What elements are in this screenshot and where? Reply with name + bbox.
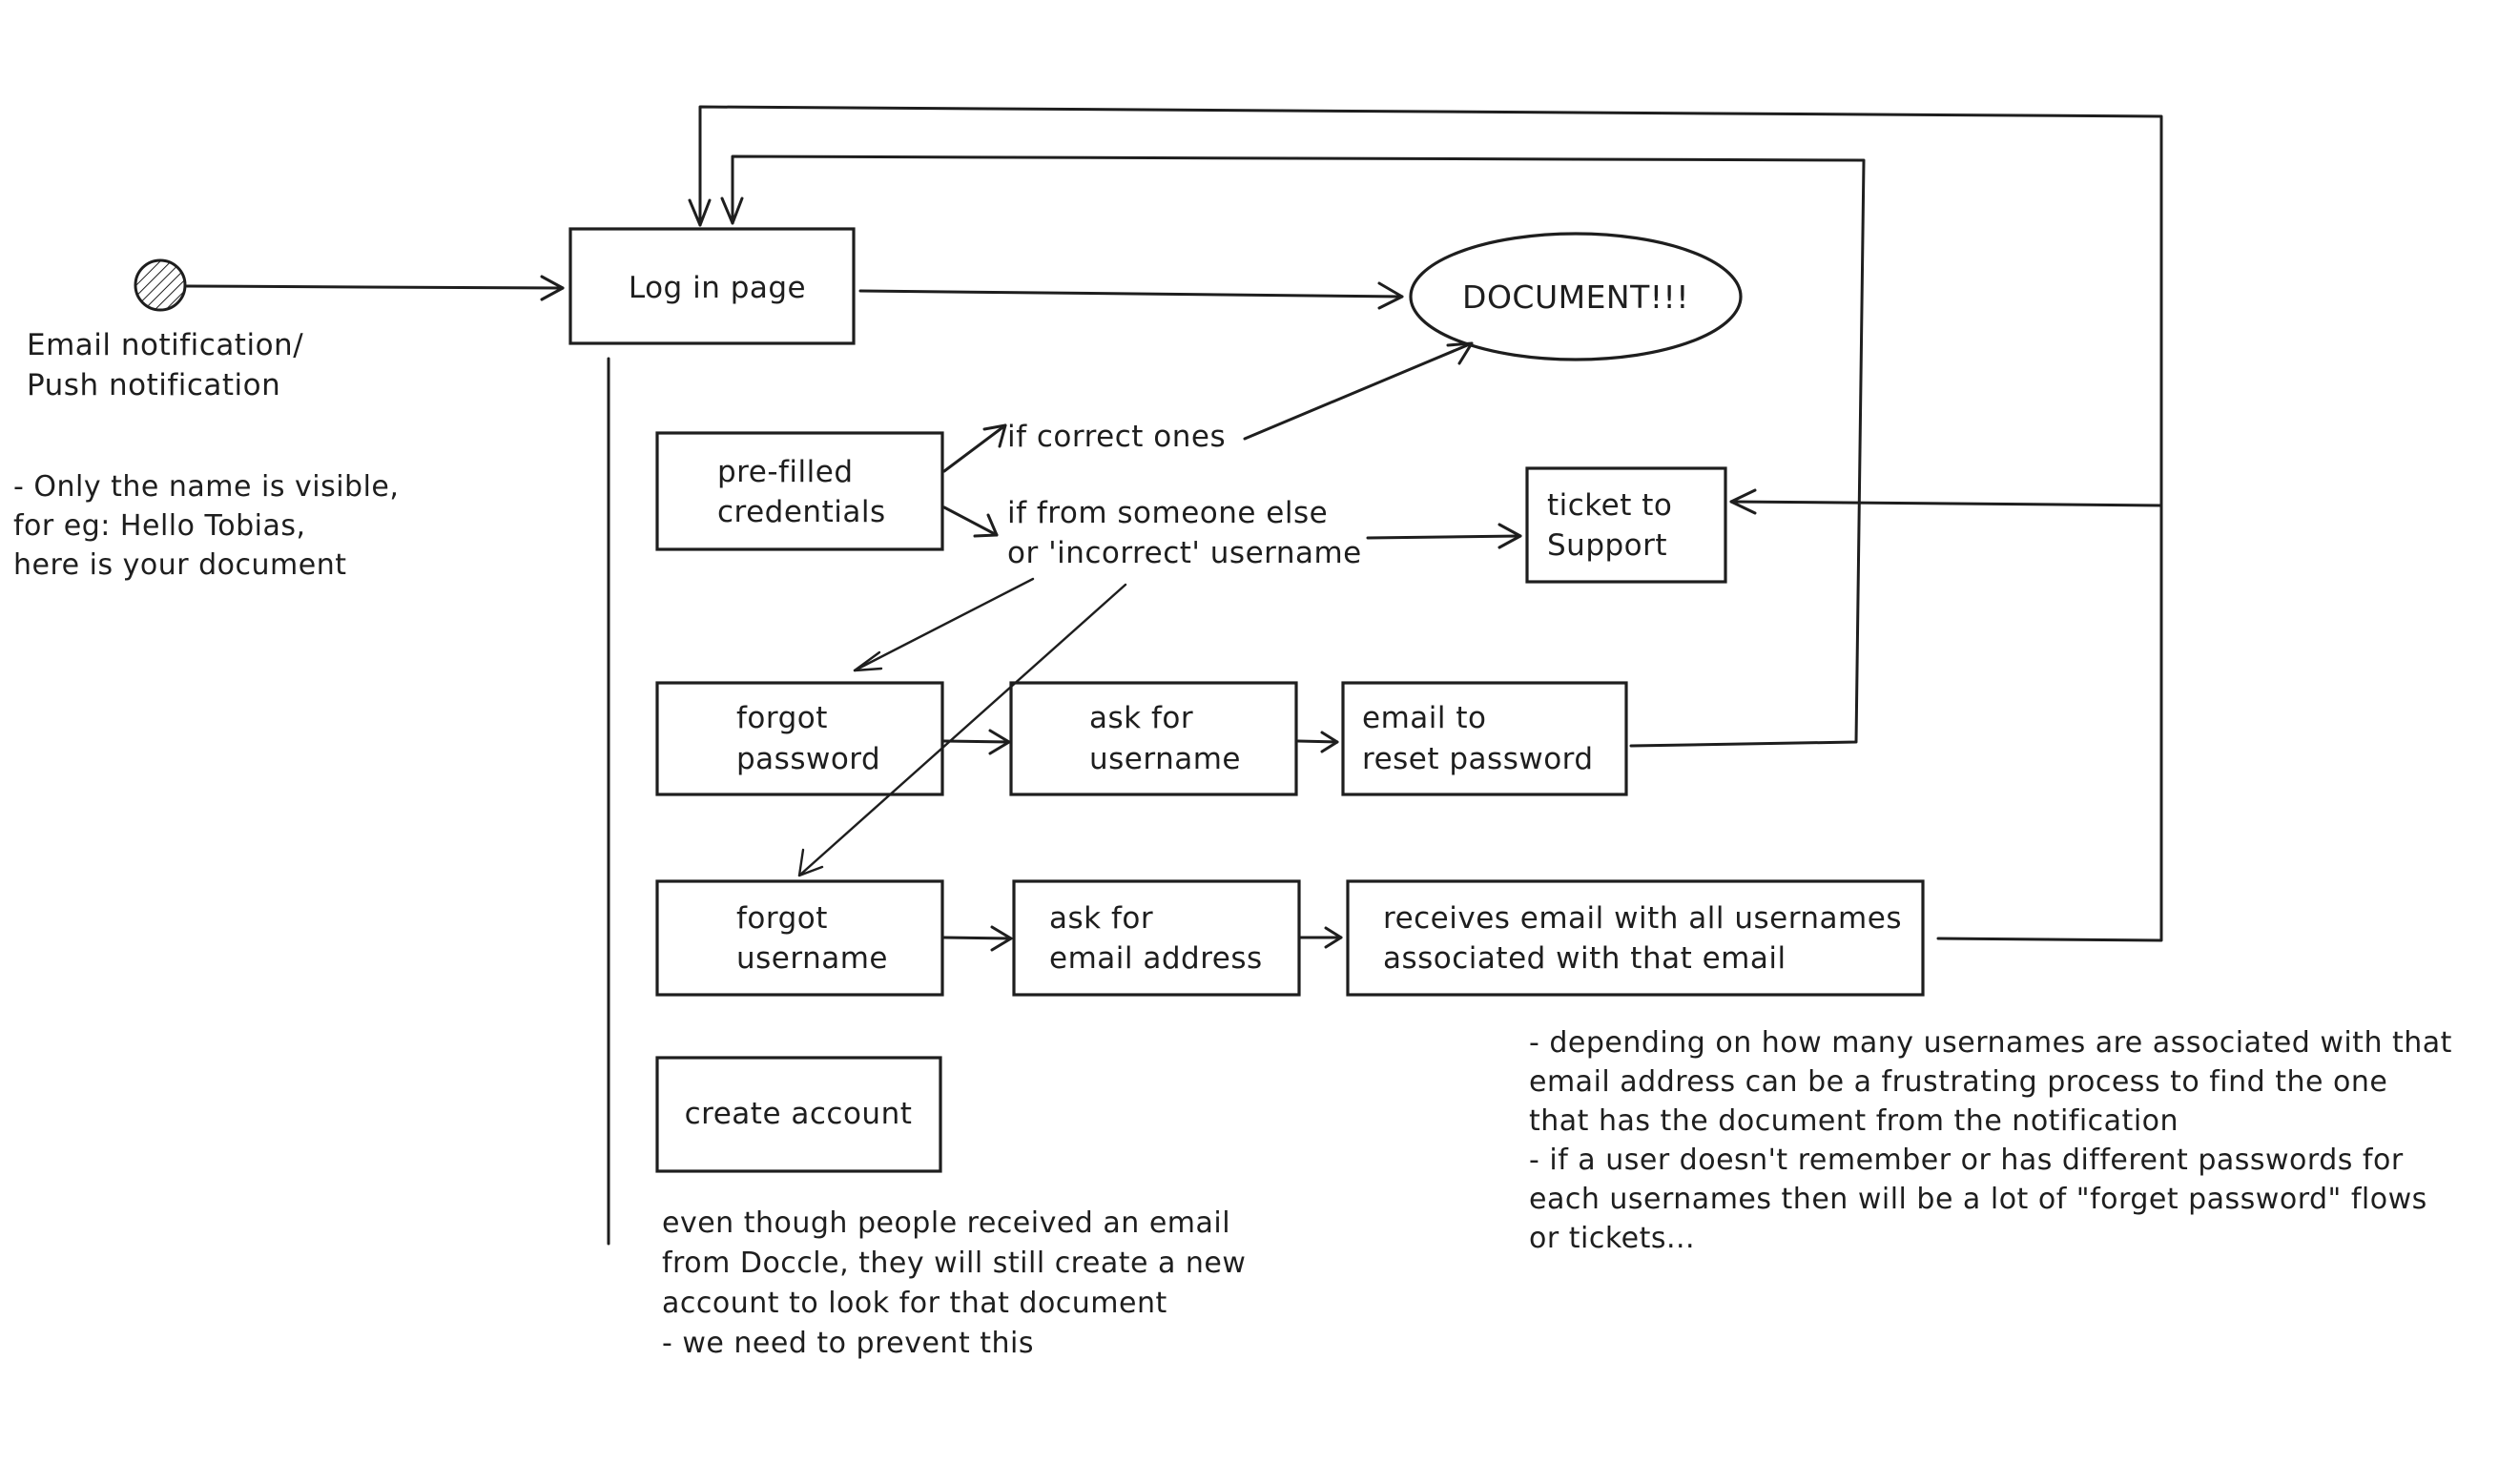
node-label-line: email address — [1049, 941, 1263, 976]
node-label: forgot username — [736, 901, 888, 976]
edge-receives-to-login-and-ticket — [688, 105, 2163, 942]
edge-label-line: or 'incorrect' username — [1007, 536, 1362, 570]
node-login-page[interactable]: Log in page — [568, 227, 856, 345]
node-prefilled-credentials[interactable]: pre-filled credentials — [655, 431, 944, 551]
node-label: ticket to Support — [1547, 488, 1683, 563]
node-label-line: reset password — [1362, 742, 1594, 776]
edge-label-correct: if correct ones — [1007, 420, 1226, 454]
edge-forgot-username-to-ask-email — [942, 925, 1013, 952]
edge-label-line: if correct ones — [1007, 420, 1226, 454]
node-email-to-reset-password[interactable]: email to reset password — [1341, 681, 1628, 796]
note-line: that has the document from the notificat… — [1529, 1104, 2179, 1138]
node-create-account[interactable]: create account — [655, 1056, 942, 1173]
node-label-line: credentials — [717, 495, 886, 529]
node-label: DOCUMENT!!! — [1462, 278, 1689, 316]
node-label-line: username — [1089, 742, 1241, 776]
node-label: ask for email address — [1049, 901, 1263, 976]
node-label-line: email to — [1362, 701, 1486, 735]
note-line: email address can be a frustrating proce… — [1529, 1065, 2387, 1099]
start-label-line: Email notification/ — [27, 328, 303, 362]
node-label-line: password — [736, 742, 880, 776]
node-label: forgot password — [736, 701, 880, 776]
create-account-note: even though people received an email fro… — [662, 1206, 1255, 1360]
node-label-line: Support — [1547, 528, 1667, 563]
node-label-line: username — [736, 941, 888, 976]
start-note-line: here is your document — [13, 548, 347, 582]
note-line: account to look for that document — [662, 1287, 1167, 1320]
edge-start-to-login — [185, 275, 565, 301]
edge-prefilled-to-someone-else — [942, 505, 999, 538]
note-line: even though people received an email — [662, 1206, 1230, 1240]
note-line: or tickets... — [1529, 1222, 1695, 1255]
node-label-line: Log in page — [629, 271, 806, 305]
note-line: from Doccle, they will still create a ne… — [662, 1247, 1246, 1280]
note-line: - if a user doesn't remember or has diff… — [1529, 1144, 2404, 1177]
edge-to-forgot-username — [797, 583, 1127, 877]
node-label-line: forgot — [736, 901, 828, 936]
edge-someone-else-to-ticket — [1366, 523, 1522, 549]
node-label-line: DOCUMENT!!! — [1462, 278, 1689, 316]
node-label-line: pre-filled — [717, 455, 854, 489]
edge-to-forgot-password — [853, 577, 1035, 672]
edge-forgot-password-to-ask-username — [942, 729, 1011, 755]
start-node[interactable] — [134, 258, 187, 312]
node-ticket-to-support[interactable]: ticket to Support — [1525, 466, 1727, 584]
flow-diagram-canvas: Email notification/ Push notification - … — [13, 105, 2462, 1360]
node-forgot-username[interactable]: forgot username — [655, 879, 944, 997]
start-label: Email notification/ Push notification — [27, 328, 314, 402]
note-line: - depending on how many usernames are as… — [1529, 1026, 2452, 1060]
start-note-line: for eg: Hello Tobias, — [13, 509, 306, 543]
node-label: pre-filled credentials — [717, 455, 886, 529]
node-ask-for-email-address[interactable]: ask for email address — [1012, 879, 1301, 997]
start-note-line: - Only the name is visible, — [13, 470, 399, 504]
usernames-note: - depending on how many usernames are as… — [1529, 1026, 2462, 1255]
edge-correct-to-document — [1243, 341, 1474, 441]
node-forgot-password[interactable]: forgot password — [655, 681, 944, 796]
edge-login-to-document — [858, 281, 1404, 310]
note-line: - we need to prevent this — [662, 1327, 1034, 1360]
node-label: email to reset password — [1362, 701, 1594, 776]
start-note: - Only the name is visible, for eg: Hell… — [13, 470, 408, 582]
edge-label-line: if from someone else — [1007, 496, 1328, 530]
node-label-line: receives email with all usernames — [1383, 901, 1902, 936]
node-document[interactable]: DOCUMENT!!! — [1409, 232, 1743, 361]
node-label-line: ticket to — [1547, 488, 1672, 523]
node-label-line: forgot — [736, 701, 828, 735]
node-receives-email-usernames[interactable]: receives email with all usernames associ… — [1346, 879, 1925, 997]
node-label: ask for username — [1089, 701, 1241, 776]
node-label-line: associated with that email — [1383, 941, 1786, 976]
node-label: Log in page — [629, 271, 806, 305]
edge-label-someone-else: if from someone else or 'incorrect' user… — [1007, 496, 1362, 570]
edge-email-reset-to-login — [720, 155, 1866, 748]
start-label-line: Push notification — [27, 368, 280, 402]
node-ask-for-username[interactable]: ask for username — [1009, 681, 1298, 796]
start-circle-icon — [134, 258, 187, 312]
node-label: receives email with all usernames associ… — [1383, 901, 1911, 976]
note-line: each usernames then will be a lot of "fo… — [1529, 1183, 2427, 1216]
node-label-line: ask for — [1049, 901, 1153, 936]
node-label-line: ask for — [1089, 701, 1193, 735]
node-label-line: create account — [685, 1097, 913, 1131]
edge-prefilled-to-correct — [942, 423, 1007, 473]
edge-ask-email-to-receives — [1299, 926, 1343, 949]
edge-ask-username-to-email-reset — [1296, 731, 1339, 753]
node-label: create account — [685, 1097, 913, 1131]
